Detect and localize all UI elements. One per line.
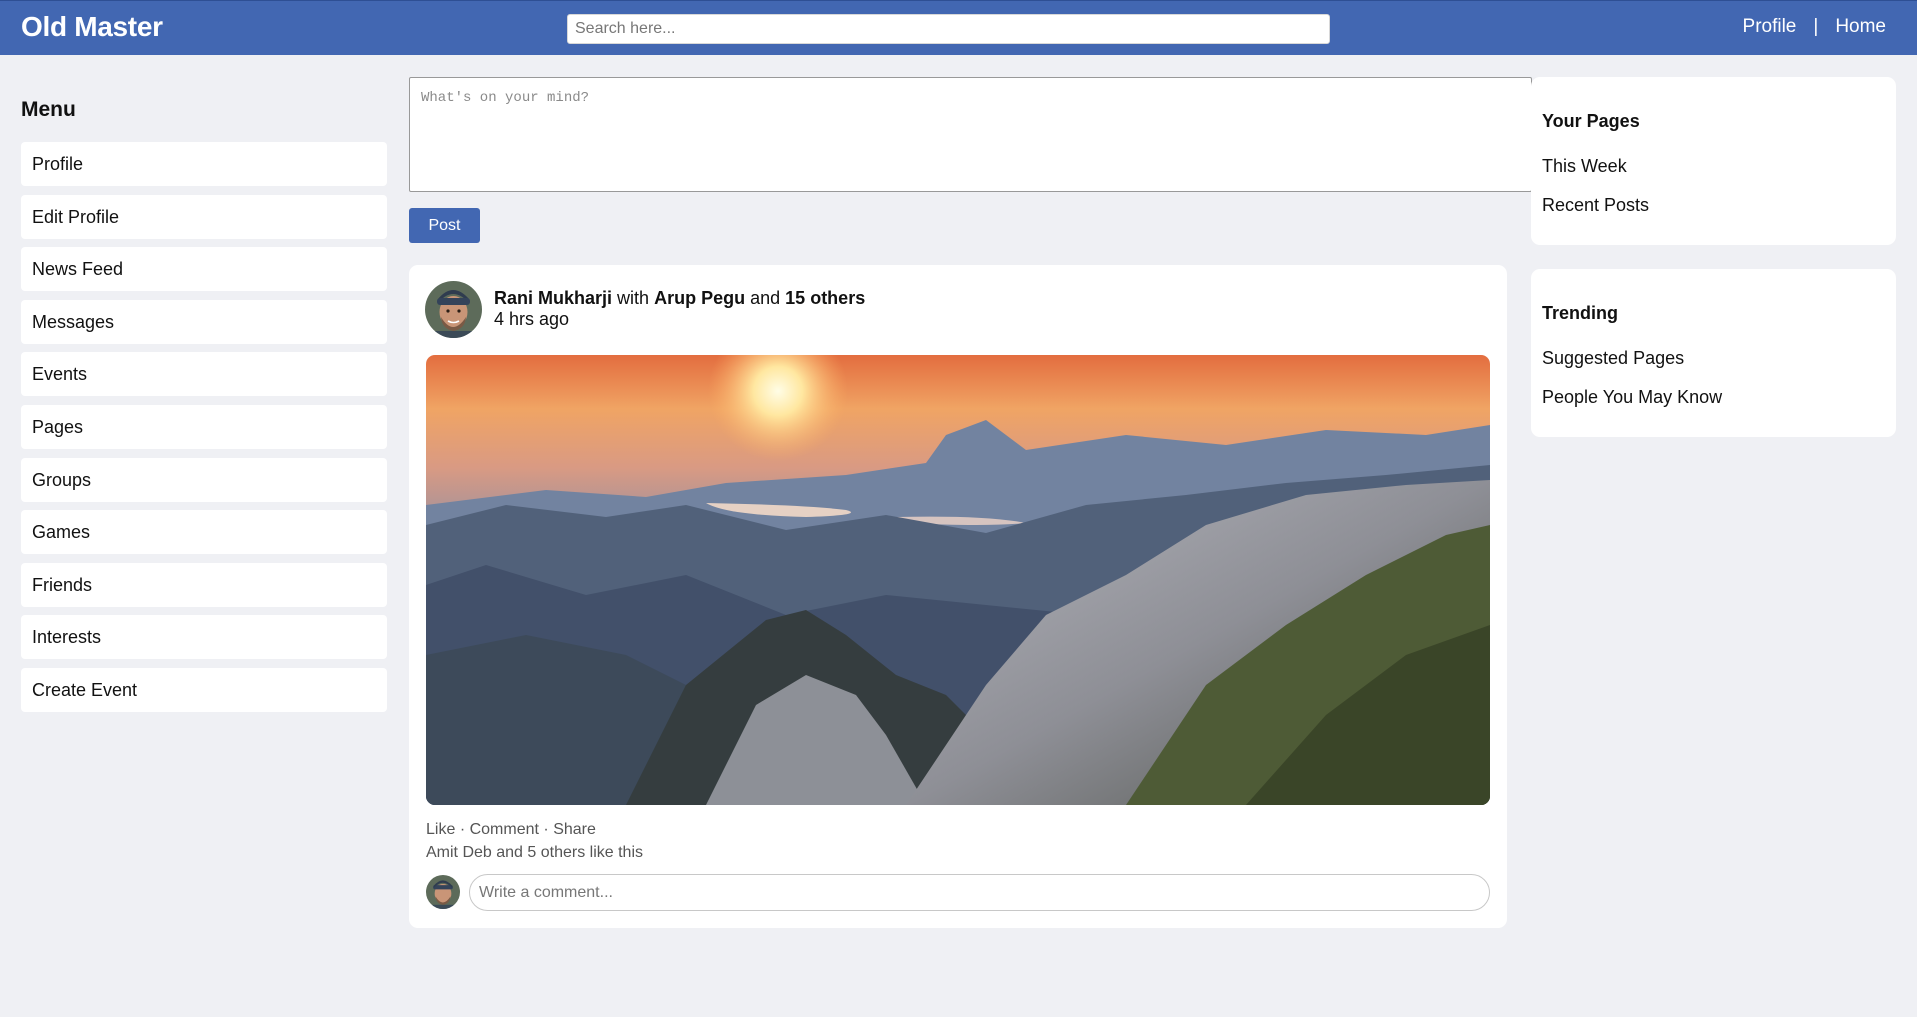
- share-link[interactable]: Share: [553, 821, 596, 838]
- post-composer[interactable]: [409, 77, 1532, 192]
- menu-item-news-feed[interactable]: News Feed: [21, 247, 387, 292]
- menu-item-edit-profile[interactable]: Edit Profile: [21, 194, 387, 239]
- comment-input[interactable]: [469, 874, 1490, 911]
- menu-item-events[interactable]: Events: [21, 352, 387, 397]
- menu-item-profile[interactable]: Profile: [21, 142, 387, 186]
- post-timestamp: 4 hrs ago: [494, 309, 570, 329]
- action-dot: ·: [459, 821, 466, 838]
- top-nav: Profile | Home: [1743, 16, 1886, 38]
- commenter-avatar: [426, 875, 460, 909]
- recent-posts-link[interactable]: Recent Posts: [1542, 195, 1649, 216]
- trending-title: Trending: [1542, 303, 1618, 323]
- post-header: Rani Mukharji with Arup Pegu and 15 othe…: [494, 288, 865, 309]
- tagged-others[interactable]: 15 others: [785, 288, 865, 308]
- this-week-link[interactable]: This Week: [1542, 156, 1627, 177]
- nav-separator: |: [1813, 16, 1819, 37]
- your-pages-widget: Your Pages This Week Recent Posts: [1531, 77, 1896, 245]
- your-pages-title: Your Pages: [1542, 111, 1640, 131]
- people-you-may-know-link[interactable]: People You May Know: [1542, 387, 1722, 408]
- menu-item-interests[interactable]: Interests: [21, 615, 387, 660]
- author-name[interactable]: Rani Mukharji: [494, 288, 612, 308]
- menu-list: Profile Edit Profile News Feed Messages …: [21, 142, 387, 721]
- menu-title: Menu: [21, 98, 76, 121]
- top-bar: Old Master Profile | Home: [0, 0, 1917, 55]
- menu-item-groups[interactable]: Groups: [21, 457, 387, 502]
- menu-item-create-event[interactable]: Create Event: [21, 667, 387, 712]
- post-photo: [426, 355, 1490, 805]
- author-avatar[interactable]: [425, 281, 482, 338]
- tagged-name[interactable]: Arup Pegu: [654, 288, 745, 308]
- search-input[interactable]: [567, 14, 1330, 44]
- likes-summary[interactable]: Amit Deb and 5 others like this: [426, 844, 643, 862]
- action-dot: ·: [543, 821, 549, 838]
- nav-home-link[interactable]: Home: [1835, 16, 1886, 37]
- nav-profile-link[interactable]: Profile: [1743, 16, 1797, 37]
- post-card: Rani Mukharji with Arup Pegu and 15 othe…: [409, 265, 1507, 928]
- comment-link[interactable]: Comment: [470, 821, 539, 838]
- menu-item-pages[interactable]: Pages: [21, 404, 387, 449]
- menu-item-games[interactable]: Games: [21, 510, 387, 555]
- post-actions: Like · Comment · Share: [426, 821, 596, 839]
- post-button[interactable]: Post: [409, 208, 480, 243]
- menu-item-friends[interactable]: Friends: [21, 562, 387, 607]
- trending-widget: Trending Suggested Pages People You May …: [1531, 269, 1896, 437]
- and-word: and: [750, 288, 781, 308]
- brand-logo[interactable]: Old Master: [21, 11, 163, 43]
- like-link[interactable]: Like: [426, 821, 455, 838]
- with-word: with: [617, 288, 650, 308]
- suggested-pages-link[interactable]: Suggested Pages: [1542, 348, 1684, 369]
- menu-item-messages[interactable]: Messages: [21, 299, 387, 344]
